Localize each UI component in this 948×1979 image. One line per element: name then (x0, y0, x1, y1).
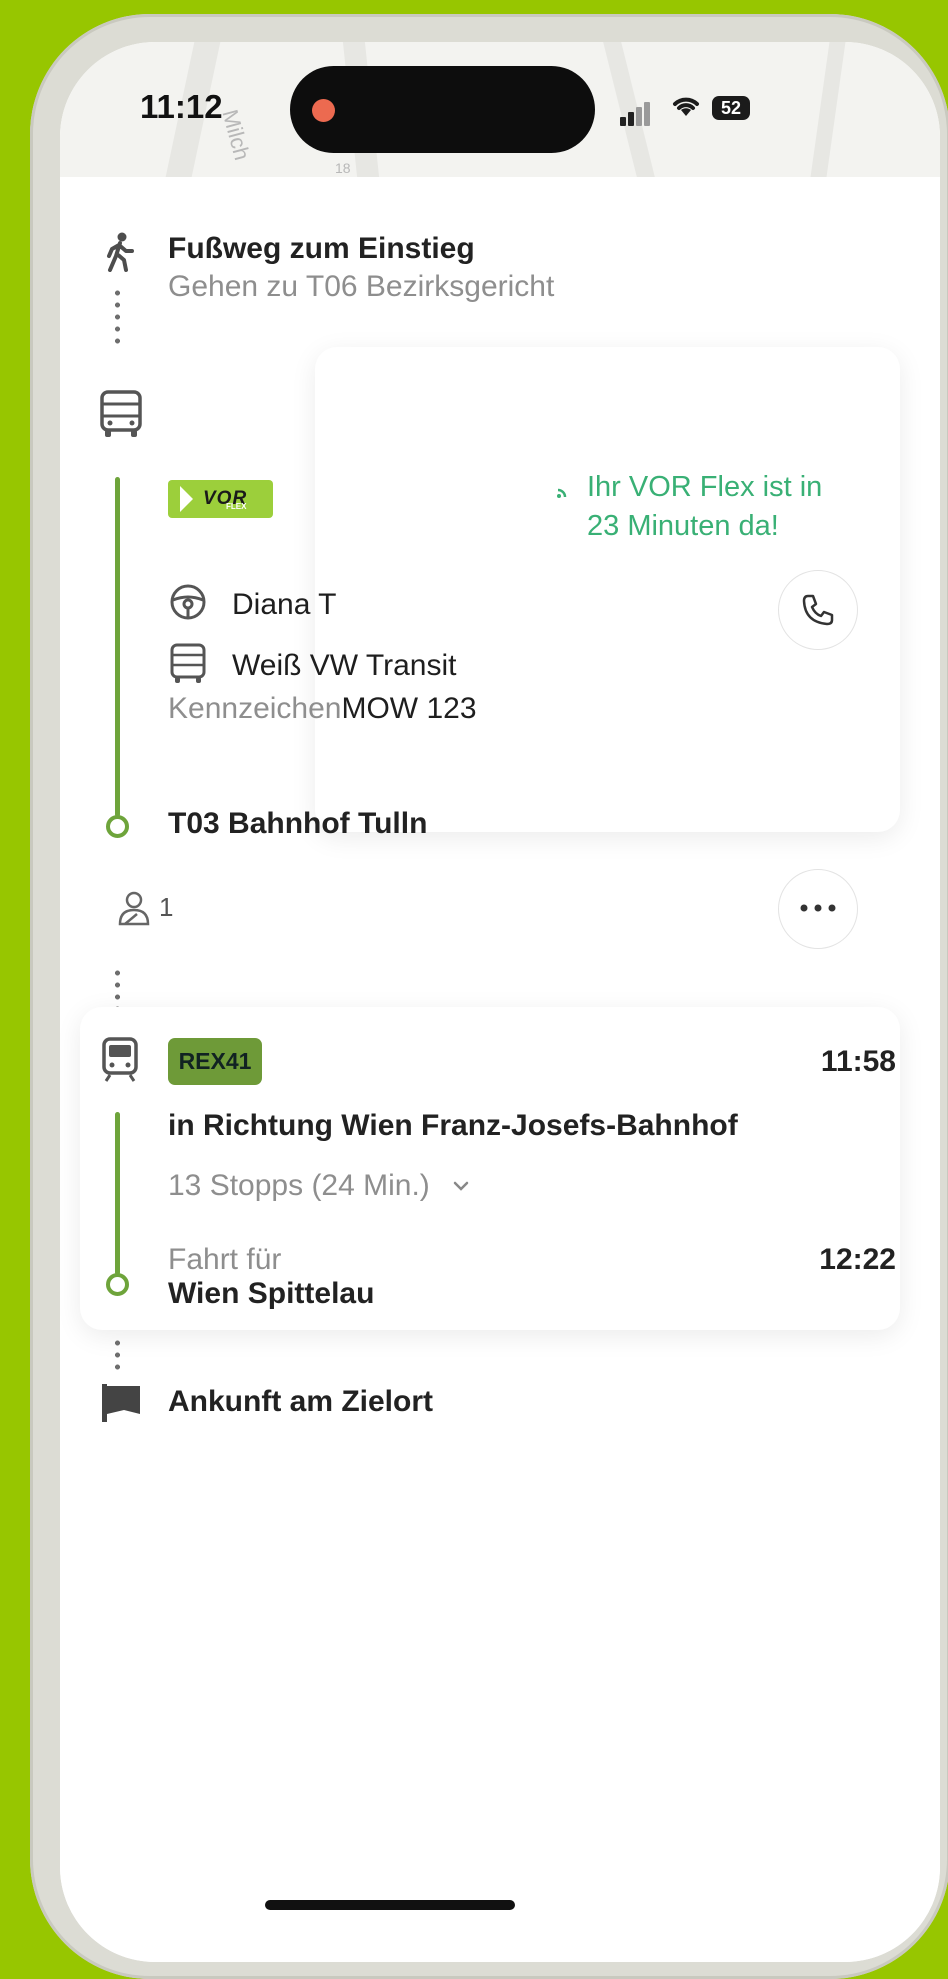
arrival-title: Ankunft am Zielort (168, 1385, 434, 1418)
train-arrival-time: 12:22 (819, 1243, 896, 1276)
live-signal-icon (557, 488, 567, 498)
bus-icon (100, 390, 142, 437)
passenger-count: 1 (159, 892, 174, 922)
chevron-down-icon (453, 1181, 469, 1191)
license-plate: KennzeichenMOW 123 (168, 692, 477, 726)
ride-label: Fahrt für (168, 1243, 282, 1276)
ellipsis-icon (800, 904, 836, 912)
stops-summary: 13 Stopps (24 Min.) (168, 1169, 430, 1202)
train-line-badge: REX41 (168, 1038, 262, 1085)
battery-icon: 52 (712, 96, 750, 120)
vehicle-icon (170, 643, 206, 683)
map-number-label: 18 (335, 160, 351, 176)
call-driver-button[interactable] (778, 570, 858, 650)
flag-icon (102, 1384, 140, 1422)
trip-details-sheet: Fußweg zum Einstieg Gehen zu T06 Bezirks… (60, 177, 940, 1962)
map-road (810, 42, 846, 177)
status-time: 11:12 (140, 88, 223, 125)
home-indicator[interactable] (265, 1900, 515, 1910)
flex-route-line (115, 477, 120, 817)
passenger-icon (118, 891, 150, 926)
license-plate-label: Kennzeichen (168, 692, 342, 725)
train-direction: in Richtung Wien Franz-Josefs-Bahnhof (168, 1109, 738, 1142)
more-options-button[interactable] (778, 869, 858, 949)
walk-dotted-connector (115, 287, 120, 347)
train-route-line (115, 1112, 120, 1275)
walking-icon (107, 232, 134, 272)
stops-expander[interactable]: 13 Stopps (24 Min.) (168, 1169, 470, 1203)
steering-wheel-icon (170, 584, 206, 620)
dynamic-island (290, 66, 595, 153)
flex-destination-marker (106, 815, 129, 838)
train-destination-marker (106, 1273, 129, 1296)
arrival-dotted-connector (115, 1337, 120, 1372)
phone-screen: Milch 18 11:12 52 Fußweg zum Einstieg Ge… (60, 42, 940, 1962)
walk-step-title: Fußweg zum Einstieg (168, 232, 475, 265)
recording-indicator (312, 99, 335, 122)
phone-icon (802, 594, 834, 626)
train-icon (102, 1037, 138, 1082)
license-plate-value: MOW 123 (341, 692, 477, 725)
train-departure-time: 11:58 (820, 1045, 896, 1078)
vor-flex-logo: VOR FLEX (168, 480, 273, 518)
flex-eta-message: Ihr VOR Flex ist in 23 Minuten da! (587, 471, 823, 542)
flex-destination: T03 Bahnhof Tulln (168, 807, 428, 840)
walk-step-subtitle: Gehen zu T06 Bezirksgericht (168, 270, 555, 303)
driver-name: Diana T (232, 588, 337, 621)
vehicle-description: Weiß VW Transit (232, 649, 457, 682)
transfer-dotted-connector (115, 967, 120, 1012)
train-arrival-stop: Wien Spittelau (168, 1277, 375, 1310)
wifi-icon (673, 97, 699, 116)
